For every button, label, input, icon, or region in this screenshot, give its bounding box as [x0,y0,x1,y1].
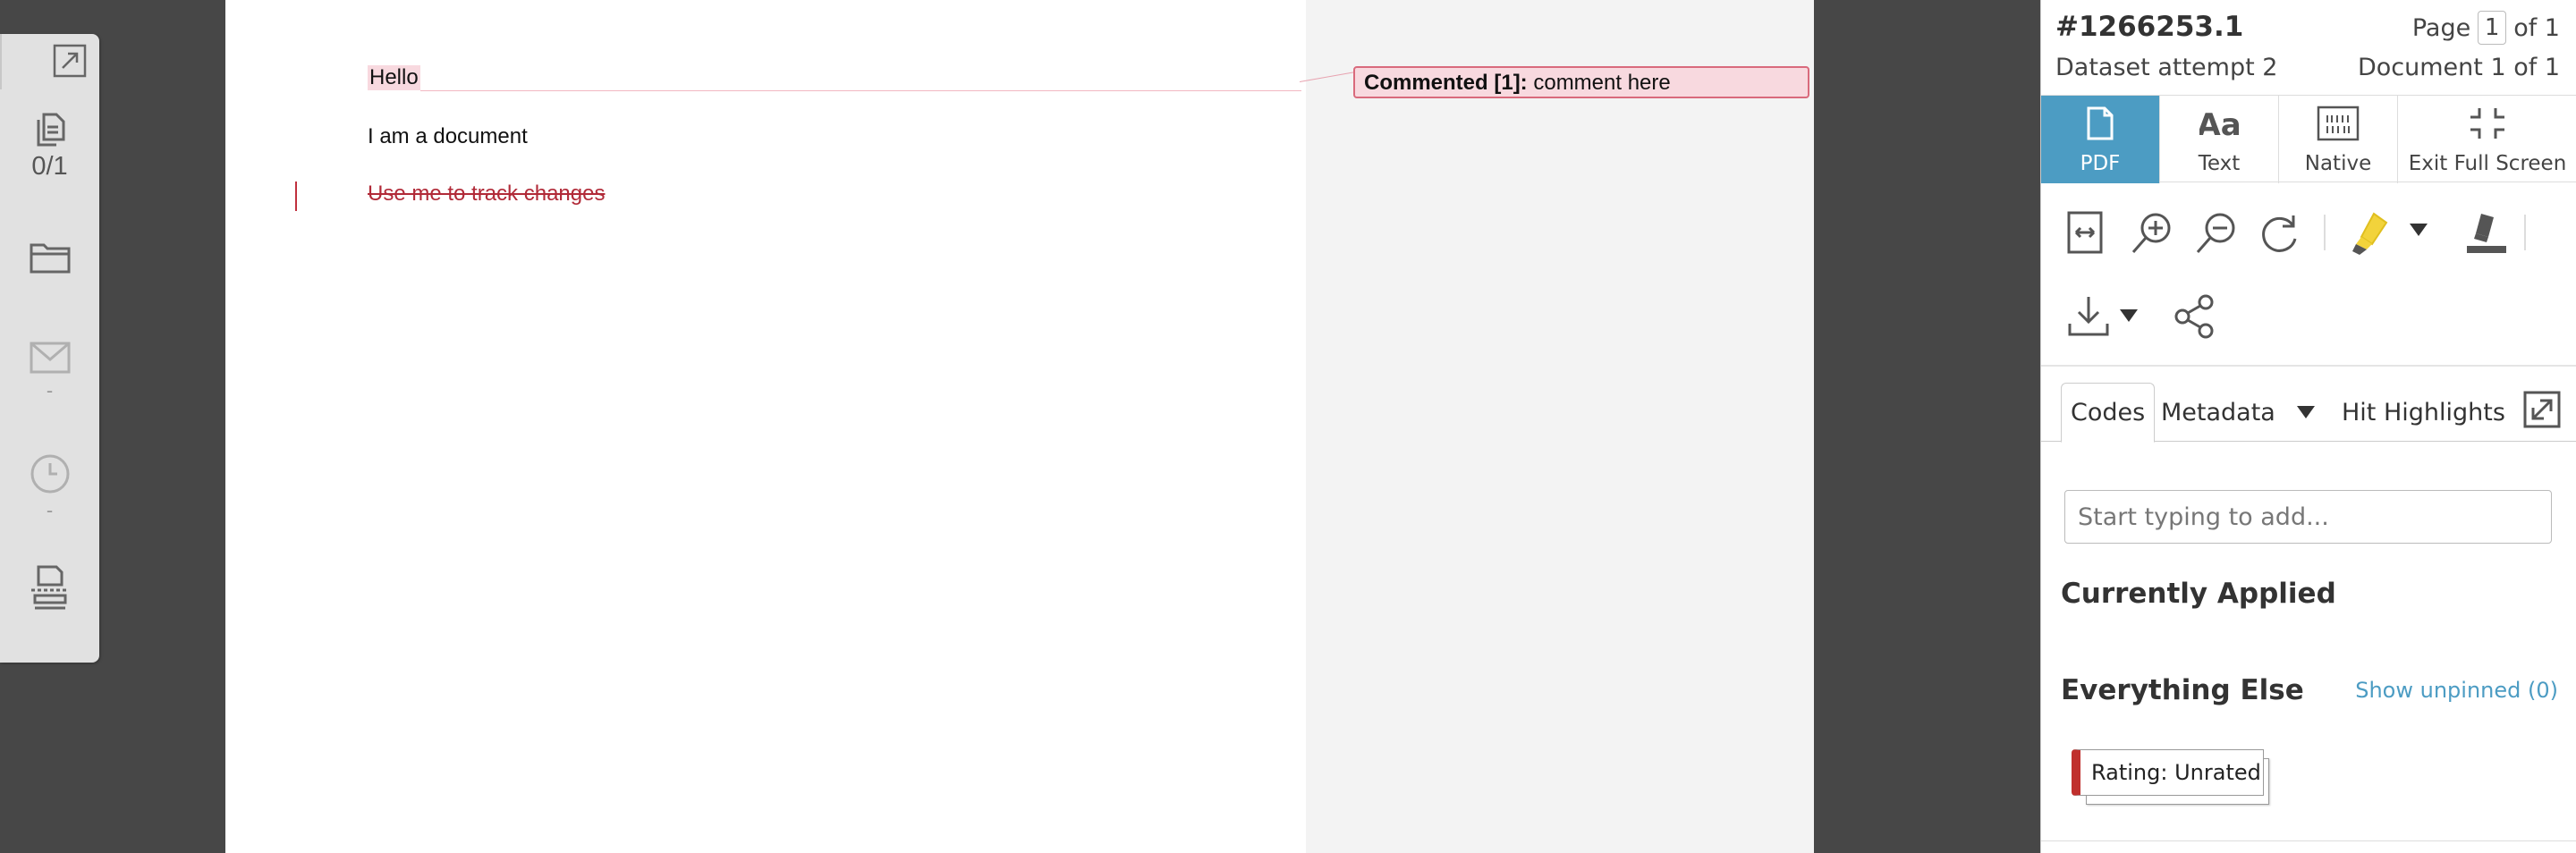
download-button[interactable] [2066,293,2111,344]
codes-tabs: Codes Metadata Hit Highlights [2041,383,2576,443]
rating-chip[interactable]: Rating: Unrated [2072,749,2264,796]
comment-text: comment here [1527,71,1671,95]
rotate-button[interactable] [2258,210,2302,261]
doc-line-hello: Hello [368,65,420,90]
tab-metadata[interactable]: Metadata [2161,383,2275,442]
currently-applied-heading: Currently Applied [2061,578,2336,610]
share-icon [2172,293,2218,344]
expand-panel-button[interactable] [2522,383,2562,442]
comment-balloon[interactable]: Commented [1]: comment here [1353,66,1809,98]
toolbar-separator [2524,215,2526,250]
history-button: - [0,452,99,522]
zoom-out-icon [2193,210,2240,261]
chevron-down-icon [2120,309,2138,322]
dataset-name: Dataset attempt 2 [2055,54,2278,81]
document-count: Document 1 of 1 [2357,54,2560,81]
tab-text-label: Text [2198,151,2241,175]
folder-button[interactable] [0,238,99,277]
view-tabs: PDF Aa Text Native Exit Full Screen [2041,95,2576,183]
documents-counter[interactable]: 0/1 [0,107,99,182]
highlighter-dropdown[interactable] [2410,224,2428,236]
folder-icon [28,238,72,277]
toolbar-edge [0,34,2,89]
exit-fullscreen-label: Exit Full Screen [2408,151,2567,175]
download-icon [2066,293,2111,344]
everything-else-heading: Everything Else [2061,674,2304,706]
binary-file-icon [2316,105,2360,147]
document-counter-label: 0/1 [31,152,68,181]
page-prefix: Page [2411,13,2471,42]
tab-hit-highlights-label: Hit Highlights [2342,398,2505,426]
page-indicator: Page 1 of 1 [2412,11,2560,45]
download-dropdown[interactable] [2120,309,2138,322]
print-icon [28,563,72,613]
right-panel: #1266253.1 Dataset attempt 2 Page 1 of 1… [2040,0,2576,853]
email-dash: - [46,379,54,401]
clock-icon [29,452,72,495]
panel-divider [2041,365,2576,367]
toolbar-separator [2324,215,2326,250]
codes-search-input[interactable] [2064,490,2552,544]
zoom-out-button[interactable] [2193,210,2240,261]
tab-metadata-label: Metadata [2161,398,2275,426]
tab-native-label: Native [2304,151,2372,175]
page-suffix: of 1 [2513,13,2560,42]
metadata-dropdown[interactable] [2297,383,2315,442]
comment-margin [1306,0,1814,853]
comment-connector-line [420,90,1301,91]
exit-fullscreen-icon [2465,105,2510,147]
page-number-input[interactable]: 1 [2478,11,2507,45]
tab-text[interactable]: Aa Text [2160,96,2279,183]
fit-width-icon [2066,210,2104,259]
text-aa-icon: Aa [2197,105,2241,147]
fit-width-button[interactable] [2066,210,2104,259]
email-button: - [0,340,99,402]
chevron-down-icon [2297,406,2315,418]
print-button[interactable] [0,563,99,613]
track-change-bar [295,182,297,211]
expand-icon[interactable] [52,43,88,83]
redaction-marker-icon [2462,208,2512,263]
zoom-in-icon [2129,210,2175,261]
copy-documents-icon [30,107,71,148]
chevron-down-icon [2410,224,2428,236]
tab-pdf[interactable]: PDF [2041,96,2160,183]
redaction-button[interactable] [2462,208,2512,263]
envelope-icon [28,340,72,376]
show-unpinned-link[interactable]: Show unpinned (0) [2355,678,2558,703]
history-dash: - [46,499,54,521]
tab-pdf-label: PDF [2080,151,2121,175]
rating-chip-label: Rating: Unrated [2091,760,2261,785]
panel-bottom-rule [2041,840,2576,841]
doc-line-body: I am a document [368,124,528,148]
expand-icon [2522,390,2562,435]
highlighter-icon [2347,208,2397,263]
tab-codes-label: Codes [2071,399,2146,426]
highlighter-button[interactable] [2347,208,2397,263]
share-button[interactable] [2172,293,2218,344]
pdf-file-icon [2085,105,2115,147]
doc-line-tracked-change: Use me to track changes [368,182,606,206]
rotate-icon [2258,210,2302,261]
tab-hit-highlights[interactable]: Hit Highlights [2342,383,2505,442]
tab-codes[interactable]: Codes [2061,383,2156,443]
svg-text:Aa: Aa [2199,107,2239,142]
zoom-in-button[interactable] [2129,210,2175,261]
left-toolbar: 0/1 - - [0,34,99,663]
tab-native[interactable]: Native [2279,96,2398,183]
comment-label: Commented [1]: [1364,71,1528,95]
document-id: #1266253.1 [2055,11,2244,43]
exit-fullscreen-button[interactable]: Exit Full Screen [2398,96,2576,183]
